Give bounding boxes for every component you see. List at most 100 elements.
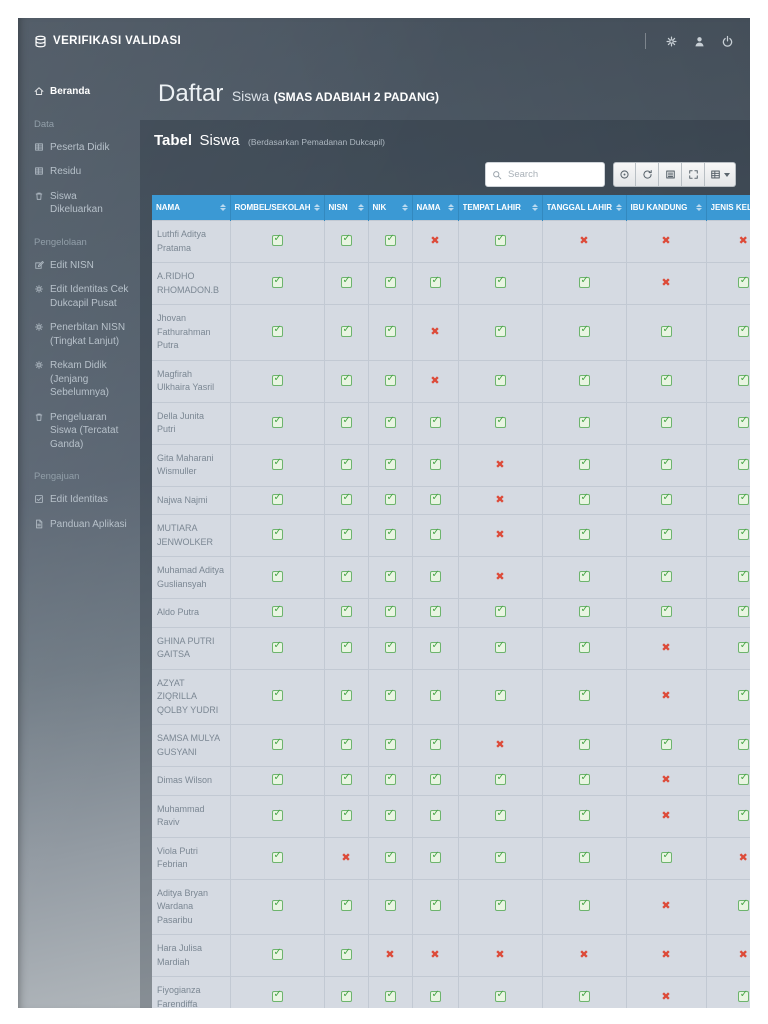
table-row: Viola Putri Febrian bbox=[152, 836, 750, 879]
status-cell bbox=[705, 794, 750, 837]
status-cell bbox=[411, 304, 458, 360]
column-header-label: ROMBEL/SEKOLAH bbox=[234, 203, 311, 212]
logout-button[interactable] bbox=[721, 35, 734, 48]
columns-button[interactable] bbox=[705, 162, 736, 187]
sidebar-item-penerbitan-nisn[interactable]: Penerbitan NISN (Tingkat Lanjut) bbox=[34, 321, 132, 348]
column-header[interactable]: NIK bbox=[367, 195, 412, 221]
sidebar-item-rekam-didik[interactable]: Rekam Didik (Jenjang Sebelumnya) bbox=[34, 359, 132, 400]
student-name-cell: A.RIDHO RHOMADON.B bbox=[152, 262, 230, 305]
sort-icon bbox=[447, 204, 454, 211]
search-input[interactable] bbox=[506, 168, 598, 181]
status-cell bbox=[705, 626, 750, 669]
main-content: Daftar Siswa (SMAS ADABIAH 2 PADANG) Tab… bbox=[140, 64, 750, 1008]
sidebar-item-panduan-aplikasi[interactable]: Panduan Aplikasi bbox=[34, 518, 132, 532]
check-icon bbox=[660, 527, 672, 540]
sidebar-item-label: Edit Identitas bbox=[50, 494, 108, 505]
sidebar-item-peserta-didik[interactable]: Peserta Didik bbox=[34, 141, 132, 155]
status-cell bbox=[229, 836, 324, 879]
check-icon bbox=[340, 492, 352, 505]
status-cell bbox=[625, 626, 706, 669]
status-cell bbox=[457, 485, 542, 515]
check-icon bbox=[429, 415, 441, 428]
settings-button[interactable] bbox=[665, 35, 678, 48]
status-cell bbox=[367, 836, 412, 879]
status-cell bbox=[625, 514, 706, 557]
check-icon bbox=[737, 527, 749, 540]
sidebar: Beranda Data Peserta Didik Residu Siswa Dike… bbox=[18, 64, 140, 1008]
sidebar-item-siswa-dikeluarkan[interactable]: Siswa Dikeluarkan bbox=[34, 190, 132, 217]
check-icon bbox=[737, 989, 749, 1002]
table-row: A.RIDHO RHOMADON.B bbox=[152, 262, 750, 305]
status-cell bbox=[457, 668, 542, 725]
x-icon bbox=[661, 278, 670, 289]
status-cell bbox=[229, 626, 324, 669]
fullscreen-icon bbox=[688, 169, 699, 180]
status-cell bbox=[229, 514, 324, 557]
grid-icon bbox=[34, 142, 44, 152]
check-icon bbox=[340, 527, 352, 540]
check-icon bbox=[384, 527, 396, 540]
status-cell bbox=[367, 766, 412, 795]
check-icon bbox=[384, 233, 396, 246]
check-icon bbox=[578, 688, 590, 702]
student-name-cell: MUTIARA JENWOLKER bbox=[152, 514, 230, 557]
status-cell bbox=[705, 556, 750, 599]
toggle-view-button[interactable] bbox=[659, 162, 682, 187]
check-icon bbox=[578, 457, 590, 470]
column-header[interactable]: TEMPAT LAHIR bbox=[457, 195, 542, 221]
status-cell bbox=[705, 724, 750, 767]
column-header[interactable]: TANGGAL LAHIR bbox=[541, 195, 626, 221]
pagination-toggle-button[interactable] bbox=[613, 162, 636, 187]
status-cell bbox=[323, 304, 368, 360]
column-header[interactable]: NISN bbox=[323, 195, 368, 221]
check-icon bbox=[340, 275, 352, 288]
check-icon bbox=[384, 324, 396, 337]
edit-icon bbox=[34, 260, 44, 270]
user-menu-button[interactable] bbox=[693, 35, 706, 48]
status-cell bbox=[541, 359, 626, 402]
status-cell bbox=[625, 556, 706, 599]
status-cell bbox=[411, 836, 458, 879]
status-cell bbox=[323, 794, 368, 837]
table-row: Dimas Wilson bbox=[152, 766, 750, 795]
status-cell bbox=[367, 514, 412, 557]
sidebar-item-edit-identitas-cek-dukcapil[interactable]: Edit Identitas Cek Dukcapil Pusat bbox=[34, 283, 132, 310]
column-header[interactable]: JENIS KELAMIN bbox=[705, 195, 750, 221]
check-icon bbox=[271, 808, 283, 821]
check-icon bbox=[271, 989, 283, 1002]
student-name-cell: Muhammad Raviv bbox=[152, 794, 230, 837]
check-icon bbox=[340, 373, 352, 386]
sidebar-item-edit-nisn[interactable]: Edit NISN bbox=[34, 259, 132, 273]
refresh-button[interactable] bbox=[636, 162, 659, 187]
column-header[interactable]: NAMA bbox=[411, 195, 458, 221]
column-header[interactable]: ROMBEL/SEKOLAH bbox=[229, 195, 324, 221]
status-cell bbox=[457, 794, 542, 837]
sidebar-section-label: Data bbox=[34, 118, 55, 130]
app-brand[interactable]: VERIFIKASI VALIDASI bbox=[34, 35, 181, 48]
check-icon bbox=[271, 898, 283, 912]
status-cell bbox=[541, 724, 626, 767]
status-cell bbox=[229, 401, 324, 444]
status-cell bbox=[229, 556, 324, 599]
status-cell bbox=[541, 485, 626, 515]
check-icon bbox=[271, 415, 283, 428]
status-cell bbox=[411, 443, 458, 486]
topbar-divider bbox=[645, 33, 646, 49]
sidebar-item-pengeluaran-siswa[interactable]: Pengeluaran Siswa (Tercatat Ganda) bbox=[34, 411, 132, 452]
gear-icon bbox=[34, 360, 44, 370]
status-cell bbox=[705, 220, 750, 263]
sidebar-item-residu[interactable]: Residu bbox=[34, 165, 132, 179]
x-icon bbox=[661, 992, 670, 1003]
check-icon bbox=[271, 947, 283, 960]
check-icon bbox=[429, 898, 441, 912]
status-cell bbox=[229, 485, 324, 515]
column-header[interactable]: NAMA bbox=[152, 195, 230, 221]
column-header[interactable]: IBU KANDUNG bbox=[625, 195, 706, 221]
sidebar-item-edit-identitas[interactable]: Edit Identitas bbox=[34, 493, 132, 507]
table-row: Muhamad Aditya Gusliansyah bbox=[152, 556, 750, 599]
sort-icon bbox=[357, 204, 364, 211]
fullscreen-button[interactable] bbox=[682, 162, 705, 187]
check-icon bbox=[340, 947, 352, 960]
sidebar-item-beranda[interactable]: Beranda bbox=[34, 85, 132, 99]
check-icon bbox=[384, 457, 396, 470]
